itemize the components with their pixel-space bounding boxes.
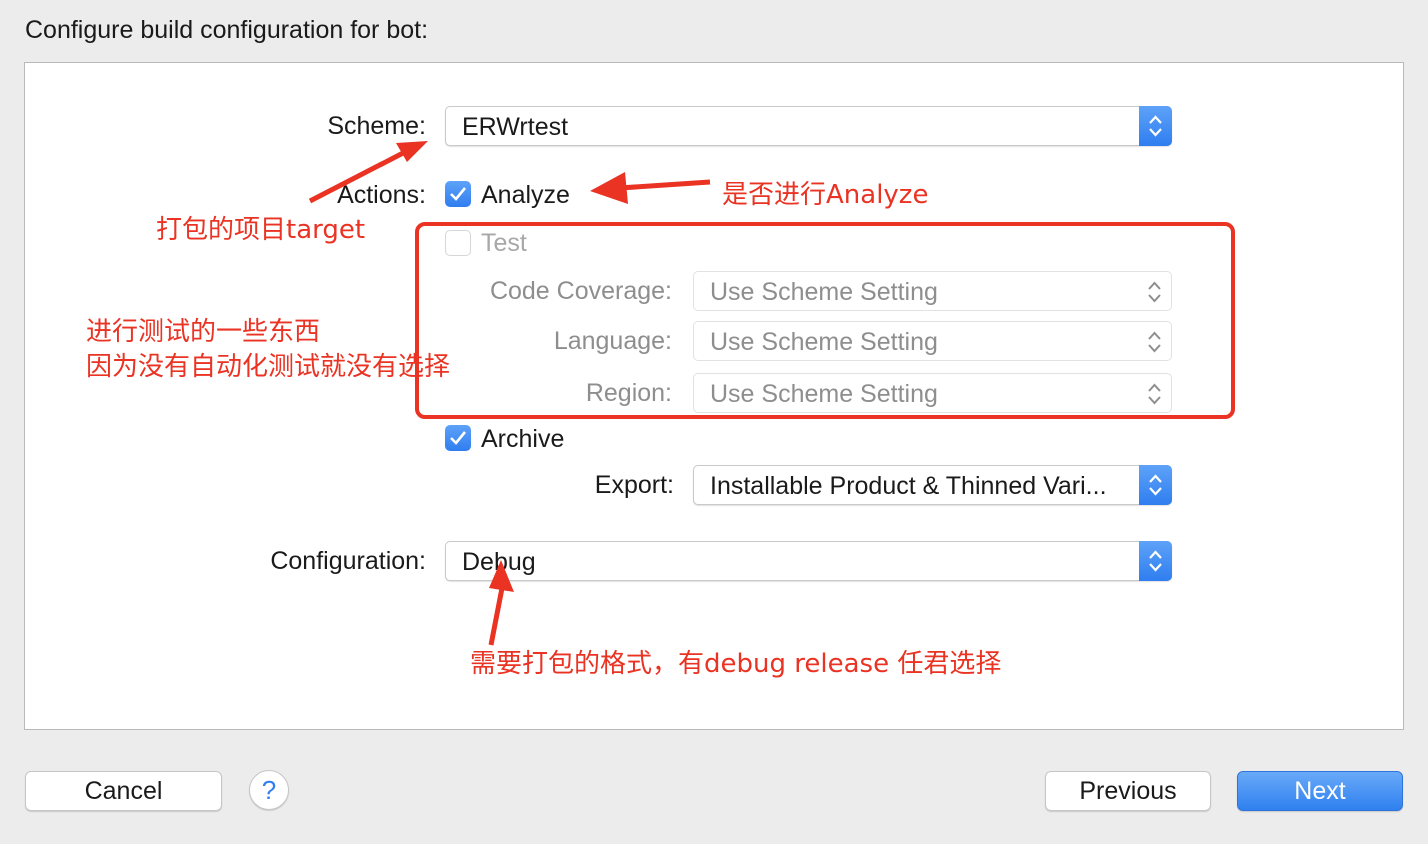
actions-label: Actions: xyxy=(337,181,426,209)
previous-button[interactable]: Previous xyxy=(1045,771,1211,811)
configuration-annotation: 需要打包的格式，有debug release 任君选择 xyxy=(470,649,1002,679)
scheme-popup[interactable]: ERWrtest xyxy=(445,106,1172,146)
help-button[interactable]: ? xyxy=(249,770,289,810)
cancel-button[interactable]: Cancel xyxy=(25,771,222,811)
analyze-annotation: 是否进行Analyze xyxy=(722,180,929,210)
configuration-value: Debug xyxy=(462,548,536,576)
test-annotation-box xyxy=(415,222,1235,419)
dialog-title: Configure build configuration for bot: xyxy=(25,16,429,44)
analyze-checkbox[interactable] xyxy=(445,181,471,207)
checkmark-icon xyxy=(450,187,467,201)
configuration-label: Configuration: xyxy=(270,547,426,575)
archive-label: Archive xyxy=(481,425,565,453)
scheme-label: Scheme: xyxy=(327,112,426,140)
test-annotation-line1: 进行测试的一些东西 xyxy=(86,317,321,347)
export-value: Installable Product & Thinned Vari... xyxy=(710,472,1107,500)
archive-checkbox[interactable] xyxy=(445,425,471,451)
scheme-annotation: 打包的项目target xyxy=(156,215,366,245)
next-button[interactable]: Next xyxy=(1237,771,1403,811)
chevron-updown-icon xyxy=(1139,465,1172,505)
analyze-label: Analyze xyxy=(481,181,570,209)
scheme-value: ERWrtest xyxy=(462,113,569,141)
checkmark-icon xyxy=(450,431,467,445)
chevron-updown-icon xyxy=(1139,541,1172,581)
export-label: Export: xyxy=(594,471,674,499)
chevron-updown-icon xyxy=(1139,106,1172,146)
configuration-popup[interactable]: Debug xyxy=(445,541,1172,581)
export-popup[interactable]: Installable Product & Thinned Vari... xyxy=(693,465,1172,505)
test-annotation-line2: 因为没有自动化测试就没有选择 xyxy=(86,352,451,382)
